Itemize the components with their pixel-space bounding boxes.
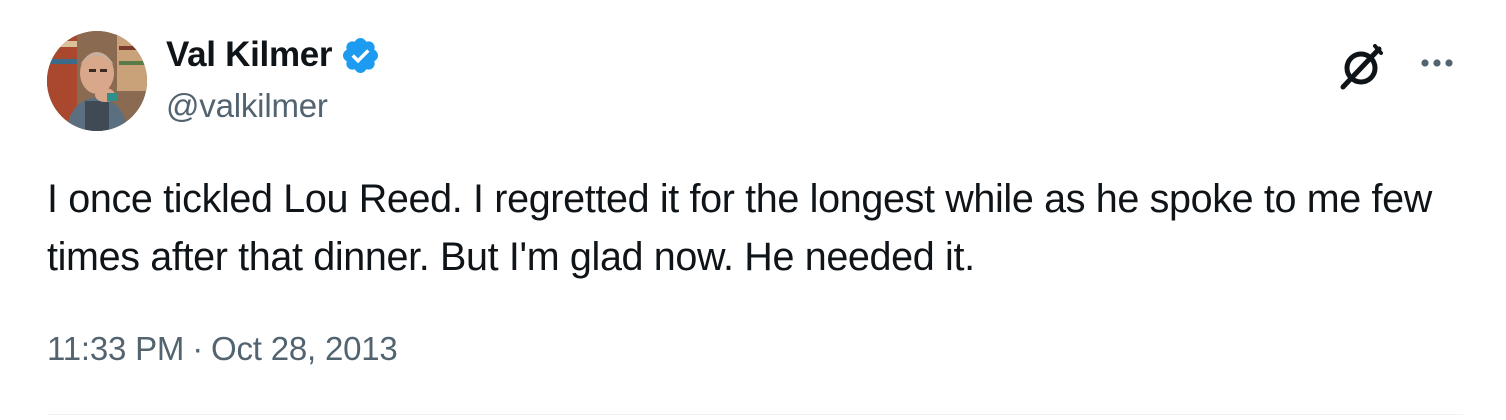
more-options-button[interactable] [1412,48,1462,78]
tweet-text: I once tickled Lou Reed. I regretted it … [47,177,1443,279]
grok-icon [1340,44,1383,90]
tweet-meta: 11:33 PM · Oct 28, 2013 [47,330,398,368]
display-name[interactable]: Val Kilmer [166,35,333,75]
avatar-image [47,31,147,131]
tweet-date[interactable]: Oct 28, 2013 [211,330,398,368]
tweet-card: Val Kilmer @valkilmer I once tickled Lou… [0,0,1506,420]
avatar[interactable] [47,31,147,131]
more-options-icon [1421,59,1453,67]
author-name-row: Val Kilmer [166,33,381,77]
meta-separator: · [192,330,203,367]
author-handle[interactable]: @valkilmer [166,87,328,125]
grok-button[interactable] [1337,43,1387,91]
divider [47,414,1463,415]
verified-badge-icon[interactable] [340,35,381,76]
tweet-time[interactable]: 11:33 PM [47,330,184,368]
